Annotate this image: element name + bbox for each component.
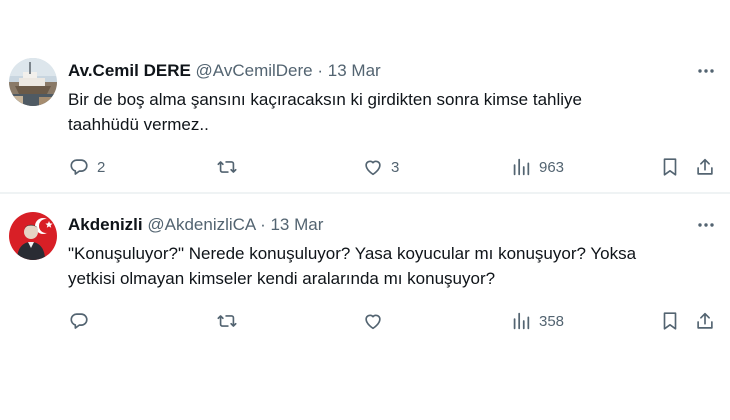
bookmark-button[interactable] [659, 308, 681, 334]
tweet-date[interactable]: 13 Mar [328, 61, 381, 80]
author-name[interactable]: Av.Cemil DERE [68, 61, 191, 80]
more-icon[interactable] [696, 215, 716, 235]
views-icon [513, 158, 530, 176]
action-bar: 358 [0, 308, 730, 334]
avatar[interactable] [9, 212, 57, 260]
tweet[interactable]: Av.Cemil DERE @AvCemilDere · 13 Mar Bir … [0, 40, 730, 192]
like-button[interactable]: 3 [362, 154, 399, 180]
action-bar: 2 3 963 [0, 154, 730, 180]
avatar[interactable] [9, 58, 57, 106]
tweet-date[interactable]: 13 Mar [270, 215, 323, 234]
author-handle[interactable]: @AkdenizliCA [147, 215, 255, 234]
view-count: 963 [539, 158, 565, 176]
flag-portrait-avatar-icon [9, 212, 57, 260]
tweet-text-line: taahhüdü vermez.. [68, 115, 209, 134]
views-button[interactable]: 358 [510, 308, 564, 334]
reply-button[interactable]: 2 [68, 154, 105, 180]
separator-dot: · [317, 61, 324, 80]
tweet-text-line: "Konuşuluyor?" Nerede konuşuluyor? Yasa … [68, 244, 637, 263]
author-handle[interactable]: @AvCemilDere [196, 61, 313, 80]
reply-icon [70, 313, 88, 329]
boat-photo-avatar-icon [9, 58, 57, 106]
like-count: 3 [391, 158, 400, 176]
like-icon [365, 314, 381, 330]
bookmark-button[interactable] [659, 154, 681, 180]
share-button[interactable] [694, 154, 716, 180]
tweet-header: Av.Cemil DERE @AvCemilDere · 13 Mar [68, 60, 670, 82]
reply-icon [70, 159, 88, 175]
view-count: 358 [539, 312, 565, 330]
bookmark-icon [663, 158, 677, 176]
retweet-icon [217, 161, 237, 173]
tweet-text: Bir de boş alma şansını kaçıracaksın ki … [68, 87, 718, 137]
views-icon [513, 312, 530, 330]
tweet-header: Akdenizli @AkdenizliCA · 13 Mar [68, 214, 670, 236]
share-icon [697, 158, 713, 175]
reply-button[interactable] [68, 308, 97, 334]
retweet-button[interactable] [216, 154, 245, 180]
bookmark-icon [663, 312, 677, 330]
like-button[interactable] [362, 308, 391, 334]
like-icon [365, 160, 381, 176]
more-icon[interactable] [696, 61, 716, 81]
views-button[interactable]: 963 [510, 154, 564, 180]
retweet-icon [217, 315, 237, 327]
share-button[interactable] [694, 308, 716, 334]
tweet-text: "Konuşuluyor?" Nerede konuşuluyor? Yasa … [68, 241, 718, 291]
retweet-button[interactable] [216, 308, 245, 334]
separator-dot: · [260, 215, 266, 234]
tweet[interactable]: Akdenizli @AkdenizliCA · 13 Mar "Konuşul… [0, 194, 730, 354]
tweet-text-line: Bir de boş alma şansını kaçıracaksın ki … [68, 90, 583, 109]
share-icon [697, 312, 713, 329]
author-name[interactable]: Akdenizli [68, 215, 143, 234]
reply-count: 2 [97, 158, 106, 176]
tweet-text-line: yetkisi olmayan kimseler kendi aralarınd… [68, 269, 496, 288]
